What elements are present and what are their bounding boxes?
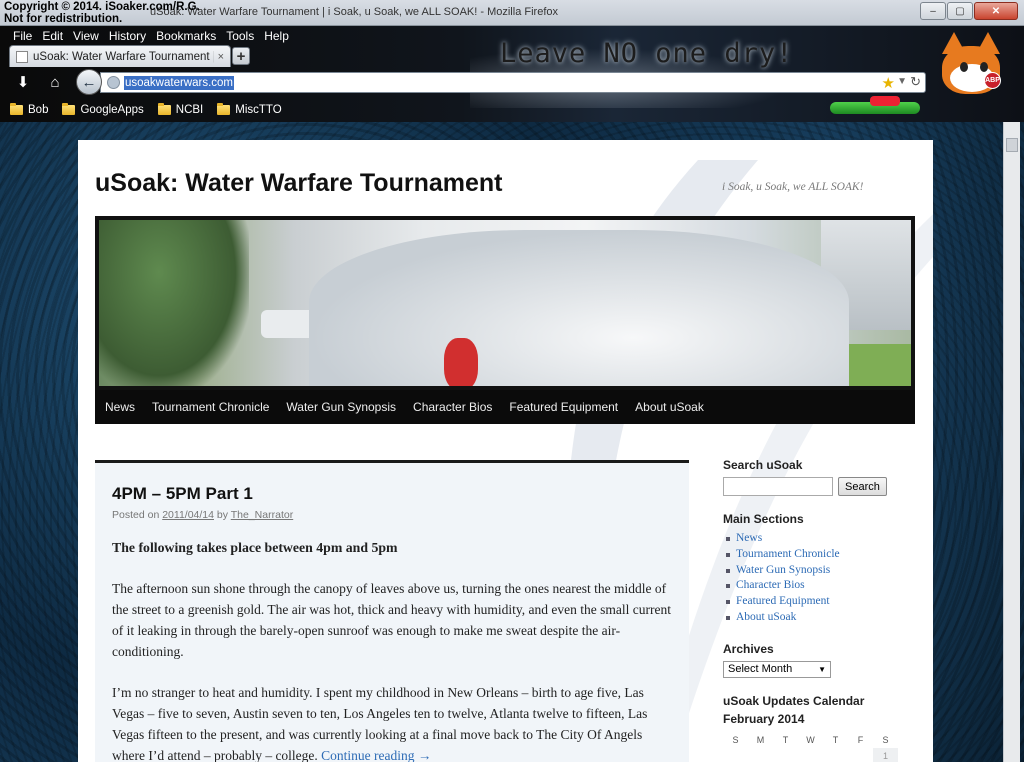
menubar: File Edit View History Bookmarks Tools H…	[8, 28, 294, 44]
calendar-month: February 2014	[723, 711, 805, 726]
calendar-day-header: M	[756, 734, 765, 745]
calendar-day-header: F	[857, 734, 864, 745]
main-sections-list: News Tournament Chronicle Water Gun Syno…	[723, 531, 923, 626]
calendar-day-header: T	[782, 734, 789, 745]
menu-history[interactable]: History	[104, 28, 151, 44]
article-author-link[interactable]: The_Narrator	[231, 509, 293, 521]
article-date-link[interactable]: 2011/04/14	[162, 509, 214, 521]
chevron-down-icon: ▼	[818, 664, 826, 674]
main-navigation: News Tournament Chronicle Water Gun Syno…	[95, 390, 915, 424]
window-controls: – ▢ ✕	[919, 2, 1018, 20]
menu-tools[interactable]: Tools	[221, 28, 259, 44]
minimize-button[interactable]: –	[920, 2, 946, 20]
browser-chrome: Leave NO one dry! File Edit View History…	[0, 26, 1024, 122]
article: 4PM – 5PM Part 1 Posted on 2011/04/14 by…	[95, 460, 689, 762]
search-button[interactable]: Search	[838, 477, 887, 496]
menu-view[interactable]: View	[68, 28, 104, 44]
bookmark-star-icon[interactable]: ★	[882, 74, 895, 92]
site-identity-icon[interactable]	[107, 76, 120, 89]
bookmark-folder-misctto[interactable]: MiscTTO	[217, 103, 282, 116]
continue-reading-link[interactable]: Continue reading →	[321, 748, 431, 762]
article-body: The following takes place between 4pm an…	[112, 537, 676, 762]
article-paragraph-2: I’m no stranger to heat and humidity. I …	[112, 685, 648, 762]
article-lead: The following takes place between 4pm an…	[112, 540, 398, 555]
search-widget-title: Search uSoak	[723, 458, 803, 472]
adblock-plus-icon[interactable]: ABP	[984, 72, 1001, 89]
theme-banner-text: Leave NO one dry!	[500, 38, 794, 69]
page-scrollbar[interactable]	[1003, 122, 1020, 762]
tab-close-icon[interactable]: ×	[218, 51, 224, 63]
browser-tab[interactable]: uSoak: Water Warfare Tournament | i So..…	[9, 45, 231, 67]
search-input[interactable]	[723, 477, 833, 496]
tab-label: uSoak: Water Warfare Tournament | i So..…	[33, 50, 214, 63]
bookmark-folder-googleapps[interactable]: GoogleApps	[62, 103, 144, 116]
archives-select[interactable]: Select Month ▼	[723, 660, 831, 678]
folder-icon	[62, 103, 76, 115]
calendar-day-header: S	[882, 734, 889, 745]
nav-featured-equipment[interactable]: Featured Equipment	[509, 400, 618, 414]
menu-edit[interactable]: Edit	[37, 28, 68, 44]
home-icon[interactable]: ⌂	[42, 70, 68, 94]
sidebar: Search uSoak Search Main Sections News T…	[723, 458, 923, 762]
site-description: i Soak, u Soak, we ALL SOAK!	[722, 181, 864, 193]
url-dropdown-icon[interactable]: ▼	[897, 76, 907, 87]
nav-water-gun-synopsis[interactable]: Water Gun Synopsis	[286, 400, 396, 414]
folder-icon	[157, 103, 171, 115]
copyright-line-2: Not for redistribution.	[4, 13, 123, 25]
site-title[interactable]: uSoak: Water Warfare Tournament	[95, 169, 502, 198]
bookmark-folder-bob[interactable]: Bob	[10, 103, 48, 116]
copyright-line-1: Copyright © 2014. iSoaker.com/R.G.	[4, 1, 200, 13]
page-favicon-icon	[16, 50, 28, 63]
scrollbar-thumb[interactable]	[1006, 138, 1018, 152]
window-title: uSoak: Water Warfare Tournament | i Soak…	[150, 6, 558, 18]
nav-news[interactable]: News	[105, 400, 135, 414]
url-text[interactable]: usoakwaterwars.com	[124, 76, 235, 90]
site-page: uSoak: Water Warfare Tournament i Soak, …	[78, 140, 933, 762]
section-link-tournament-chronicle[interactable]: Tournament Chronicle	[723, 547, 923, 563]
nav-tournament-chronicle[interactable]: Tournament Chronicle	[152, 400, 269, 414]
copyright-overlay: Copyright © 2014. iSoaker.com/R.G. Not f…	[4, 1, 200, 25]
calendar-day: 1	[873, 747, 898, 762]
search-form: Search	[723, 477, 923, 496]
calendar-title: uSoak Updates Calendar	[723, 693, 865, 708]
download-arrow-icon[interactable]: ⬇	[10, 70, 36, 94]
article-paragraph-1: The afternoon sun shone through the cano…	[112, 581, 671, 659]
page-viewport: uSoak: Water Warfare Tournament i Soak, …	[0, 122, 1024, 762]
menu-help[interactable]: Help	[259, 28, 294, 44]
main-sections-title: Main Sections	[723, 512, 804, 526]
url-bar[interactable]: usoakwaterwars.com ★ ▼ ↻	[100, 72, 926, 93]
new-tab-button[interactable]: +	[232, 47, 250, 65]
folder-icon	[217, 103, 231, 115]
folder-icon	[10, 103, 23, 115]
calendar-day-header: W	[806, 734, 815, 745]
bookmark-folder-ncbi[interactable]: NCBI	[157, 103, 203, 116]
calendar-grid: S M T W T F S 1	[723, 732, 923, 762]
nav-character-bios[interactable]: Character Bios	[413, 400, 492, 414]
section-link-featured-equipment[interactable]: Featured Equipment	[723, 594, 923, 610]
menu-bookmarks[interactable]: Bookmarks	[151, 28, 221, 44]
section-link-character-bios[interactable]: Character Bios	[723, 578, 923, 594]
section-link-water-gun-synopsis[interactable]: Water Gun Synopsis	[723, 563, 923, 579]
archives-title: Archives	[723, 641, 774, 656]
calendar-day-header: S	[732, 734, 739, 745]
menu-file[interactable]: File	[8, 28, 37, 44]
calendar-day-header: T	[832, 734, 839, 745]
section-link-about-usoak[interactable]: About uSoak	[723, 610, 923, 626]
close-window-button[interactable]: ✕	[974, 2, 1018, 20]
navigation-bar: ⬇ ⌂ usoakwaterwars.com ★ ▼ ↻ ←	[0, 68, 1024, 98]
reload-icon[interactable]: ↻	[910, 74, 921, 90]
article-meta: Posted on 2011/04/14 by The_Narrator	[112, 509, 294, 521]
maximize-button[interactable]: ▢	[947, 2, 973, 20]
section-link-news[interactable]: News	[723, 531, 923, 547]
nav-about-usoak[interactable]: About uSoak	[635, 400, 704, 414]
back-button[interactable]: ←	[76, 69, 102, 95]
header-image[interactable]	[95, 216, 915, 390]
bookmarks-toolbar: Bob GoogleApps NCBI MiscTTO	[0, 100, 1024, 120]
article-title[interactable]: 4PM – 5PM Part 1	[112, 484, 253, 504]
